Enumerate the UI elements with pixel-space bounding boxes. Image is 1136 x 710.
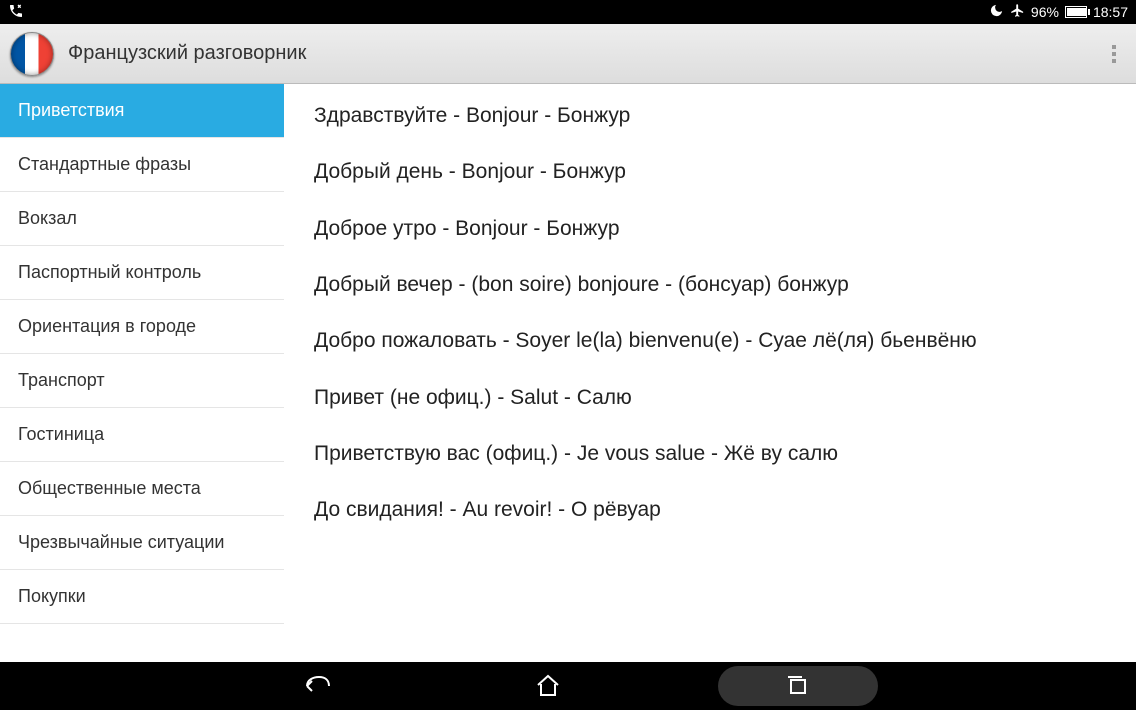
phrase-item[interactable]: Доброе утро - Bonjour - Бонжур: [314, 215, 1112, 243]
phone-missed-icon: [8, 3, 24, 22]
phrase-text: Привет (не офиц.) - Salut - Салю: [314, 386, 632, 409]
sidebar-item-label: Приветствия: [18, 100, 124, 120]
battery-percent: 96%: [1031, 4, 1059, 20]
recent-apps-button[interactable]: [718, 666, 878, 706]
phrase-item[interactable]: Добрый вечер - (bon soire) bonjoure - (б…: [314, 271, 1112, 299]
clock-time: 18:57: [1093, 4, 1128, 20]
sidebar-item-greetings[interactable]: Приветствия: [0, 84, 284, 138]
sidebar-item-standard-phrases[interactable]: Стандартные фразы: [0, 138, 284, 192]
phrase-item[interactable]: Приветствую вас (офиц.) - Je vous salue …: [314, 440, 1112, 468]
phrase-text: Здравствуйте - Bonjour - Бонжур: [314, 104, 630, 127]
app-title: Французский разговорник: [68, 42, 306, 65]
sidebar-item-label: Гостиница: [18, 424, 104, 444]
sidebar-item-hotel[interactable]: Гостиница: [0, 408, 284, 462]
sidebar-item-station[interactable]: Вокзал: [0, 192, 284, 246]
phrase-text: До свидания! - Au revoir! - О рёвуар: [314, 498, 661, 521]
phrase-item[interactable]: Добро пожаловать - Soyer le(la) bienvenu…: [314, 327, 1112, 355]
app-header: Французский разговорник: [0, 24, 1136, 84]
battery-icon: [1065, 6, 1087, 18]
home-button[interactable]: [488, 666, 608, 706]
airplane-icon: [1010, 3, 1025, 21]
sidebar-item-emergencies[interactable]: Чрезвычайные ситуации: [0, 516, 284, 570]
category-sidebar: Приветствия Стандартные фразы Вокзал Пас…: [0, 84, 284, 662]
phrase-text: Добро пожаловать - Soyer le(la) bienvenu…: [314, 329, 977, 352]
phrase-text: Доброе утро - Bonjour - Бонжур: [314, 217, 620, 240]
sidebar-item-label: Покупки: [18, 586, 86, 606]
sidebar-item-city-orientation[interactable]: Ориентация в городе: [0, 300, 284, 354]
phrase-text: Приветствую вас (офиц.) - Je vous salue …: [314, 442, 838, 465]
overflow-menu-button[interactable]: [1102, 35, 1126, 73]
phrase-text: Добрый вечер - (bon soire) bonjoure - (б…: [314, 273, 849, 296]
phrase-item[interactable]: Добрый день - Bonjour - Бонжур: [314, 158, 1112, 186]
phrase-item[interactable]: Привет (не офиц.) - Salut - Салю: [314, 384, 1112, 412]
navigation-bar: [0, 662, 1136, 710]
sidebar-item-passport-control[interactable]: Паспортный контроль: [0, 246, 284, 300]
sidebar-item-public-places[interactable]: Общественные места: [0, 462, 284, 516]
sidebar-item-label: Транспорт: [18, 370, 105, 390]
status-bar: 96% 18:57: [0, 0, 1136, 24]
sidebar-item-label: Стандартные фразы: [18, 154, 191, 174]
sidebar-item-label: Вокзал: [18, 208, 77, 228]
sidebar-item-label: Паспортный контроль: [18, 262, 201, 282]
moon-icon: [989, 3, 1004, 21]
sidebar-item-transport[interactable]: Транспорт: [0, 354, 284, 408]
sidebar-item-label: Общественные места: [18, 478, 201, 498]
phrase-item[interactable]: До свидания! - Au revoir! - О рёвуар: [314, 496, 1112, 524]
sidebar-item-label: Чрезвычайные ситуации: [18, 532, 224, 552]
france-flag-icon: [10, 32, 54, 76]
phrase-text: Добрый день - Bonjour - Бонжур: [314, 160, 626, 183]
sidebar-item-label: Ориентация в городе: [18, 316, 196, 336]
sidebar-item-shopping[interactable]: Покупки: [0, 570, 284, 624]
phrase-item[interactable]: Здравствуйте - Bonjour - Бонжур: [314, 102, 1112, 130]
phrase-list[interactable]: Здравствуйте - Bonjour - Бонжур Добрый д…: [284, 84, 1136, 662]
back-button[interactable]: [258, 666, 378, 706]
